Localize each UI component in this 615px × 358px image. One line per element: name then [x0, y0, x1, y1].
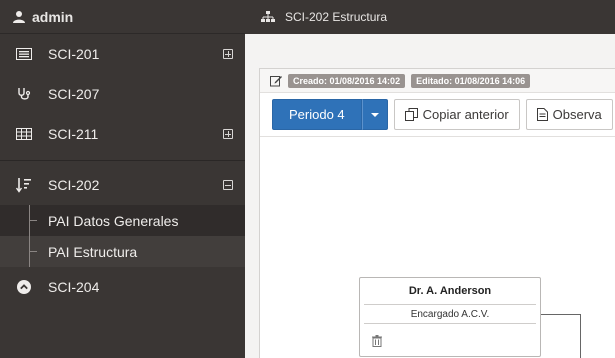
sidebar-item-sci-207[interactable]: SCI-207	[0, 74, 245, 114]
sidebar-item-sci-204[interactable]: SCI-204	[0, 267, 245, 307]
table-icon	[14, 128, 34, 140]
sidebar-subitem-pai-estructura[interactable]: PAI Estructura	[0, 236, 245, 267]
sidebar-item-label: SCI-201	[48, 46, 100, 62]
node-role: Encargado A.C.V.	[364, 304, 536, 324]
sidebar: admin SCI-201 SCI-207 SCI-211 SCI-202 PA…	[0, 0, 245, 358]
toolbar: Periodo 4 Copiar anterior Observa	[260, 93, 615, 137]
user-name: admin	[32, 8, 74, 25]
stethoscope-icon	[14, 87, 34, 101]
topbar: SCI-202 Estructura	[245, 0, 615, 34]
list-box-icon	[14, 48, 34, 60]
sidebar-subitem-label: PAI Estructura	[48, 243, 138, 260]
periodo-button[interactable]: Periodo 4	[272, 99, 362, 130]
main-content: Creado: 01/08/2016 14:02 Editado: 01/08/…	[245, 34, 615, 358]
org-connector-line	[541, 314, 581, 358]
sidebar-subitem-pai-datos-generales[interactable]: PAI Datos Generales	[0, 205, 245, 236]
collapse-icon[interactable]	[223, 180, 233, 190]
file-text-icon	[536, 108, 548, 121]
sort-down-icon	[14, 177, 34, 193]
sidebar-item-sci-211[interactable]: SCI-211	[0, 114, 245, 154]
expand-icon[interactable]	[223, 49, 233, 59]
caret-down-icon	[370, 112, 379, 117]
node-name: Dr. A. Anderson	[408, 285, 492, 297]
observations-label: Observa	[552, 107, 602, 122]
periodo-dropdown-toggle[interactable]	[361, 99, 388, 130]
org-chart-node[interactable]: Dr. A. Anderson Encargado A.C.V.	[359, 277, 541, 357]
chevron-circle-up-icon	[14, 280, 34, 294]
sidebar-item-label: SCI-204	[48, 279, 100, 295]
panel-header: Creado: 01/08/2016 14:02 Editado: 01/08/…	[260, 69, 615, 93]
user-header[interactable]: admin	[0, 0, 245, 34]
copy-icon	[404, 108, 418, 121]
user-icon	[13, 10, 25, 23]
trash-icon[interactable]	[372, 335, 382, 347]
sidebar-item-sci-202[interactable]: SCI-202	[0, 165, 245, 205]
copy-previous-label: Copiar anterior	[422, 107, 509, 122]
sidebar-subitem-label: PAI Datos Generales	[48, 212, 179, 229]
sitemap-icon	[261, 11, 275, 22]
sidebar-item-label: SCI-207	[48, 86, 100, 102]
copy-previous-button[interactable]: Copiar anterior	[393, 99, 520, 130]
expand-icon[interactable]	[223, 129, 233, 139]
edited-badge: Editado: 01/08/2016 14:06	[411, 73, 531, 88]
sidebar-divider	[0, 160, 245, 161]
sidebar-item-sci-201[interactable]: SCI-201	[0, 34, 245, 74]
created-badge: Creado: 01/08/2016 14:02	[288, 73, 406, 88]
edit-icon[interactable]	[270, 75, 282, 87]
observations-button[interactable]: Observa	[525, 99, 613, 130]
sidebar-item-label: SCI-202	[48, 177, 100, 193]
sidebar-item-label: SCI-211	[48, 126, 99, 142]
page-title: SCI-202 Estructura	[285, 10, 388, 24]
